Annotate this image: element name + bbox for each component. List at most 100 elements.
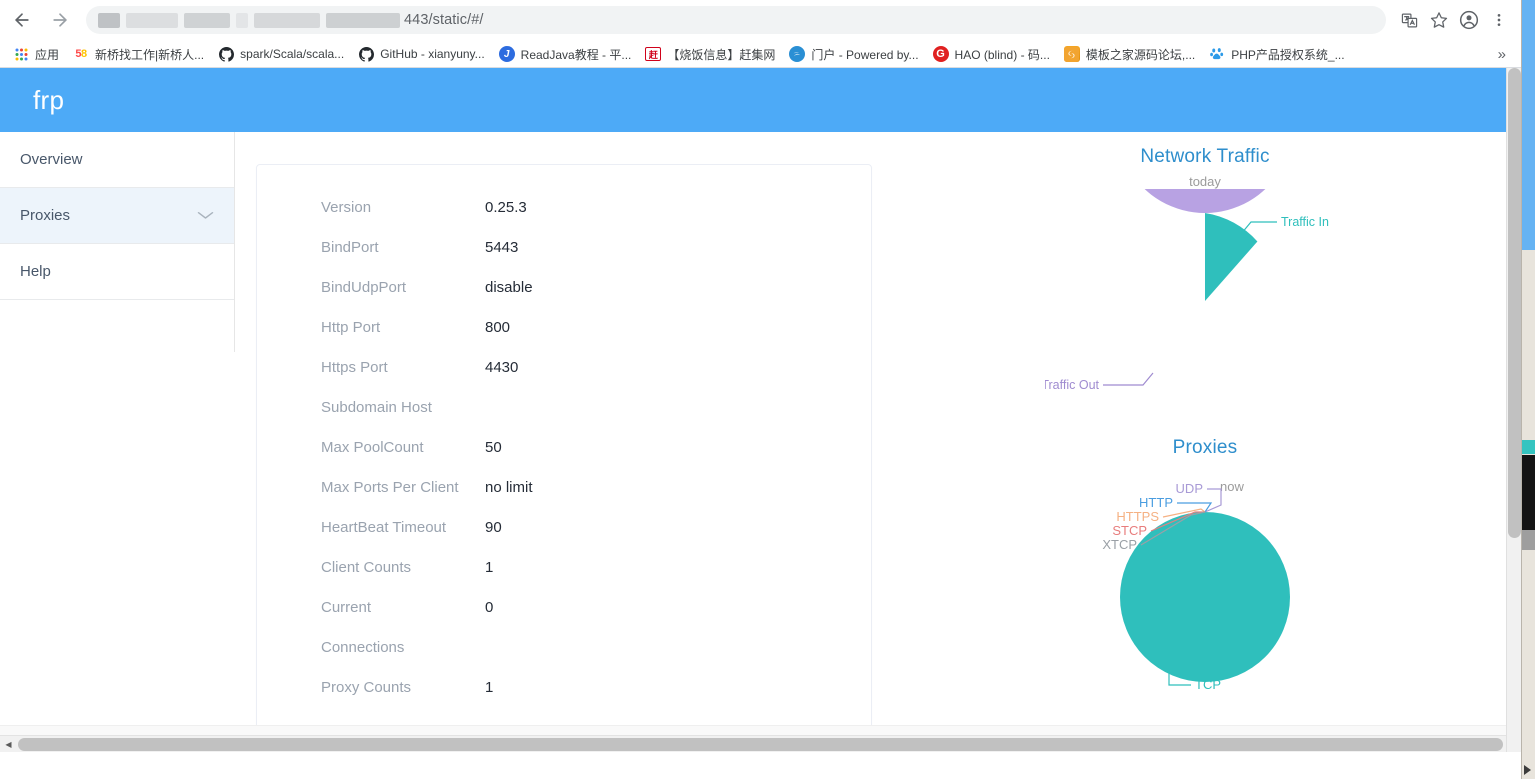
- chevron-down-icon: [197, 209, 213, 223]
- address-bar[interactable]: 443/static/#/: [86, 6, 1386, 34]
- proxies-chart: Proxies now UDP HTTP HTTPS: [1045, 437, 1365, 691]
- url-text: 443/static/#/: [404, 12, 484, 28]
- network-traffic-chart: Network Traffic today Traffic In: [1045, 146, 1365, 399]
- horizontal-scroll-thumb[interactable]: [18, 738, 1503, 751]
- bookmarks-overflow-button[interactable]: »: [1494, 46, 1510, 63]
- sidebar-item-label: Help: [20, 263, 51, 280]
- info-row: Proxy Counts 1: [257, 667, 871, 707]
- url-redacted-blocks: [98, 12, 400, 28]
- pie-slice-traffic-in: [1205, 213, 1257, 301]
- browser-nav-row: 443/static/#/: [0, 0, 1520, 40]
- pie-label-udp: UDP: [1176, 481, 1203, 496]
- page-viewport: frp Overview Proxies Help Version: [0, 68, 1506, 752]
- mobanzhijia-icon: [1064, 46, 1080, 62]
- translate-icon[interactable]: [1394, 5, 1424, 35]
- page-body: Overview Proxies Help Version 0.25.3: [0, 132, 1506, 752]
- bookmark-ganji[interactable]: 赶 【烧饭信息】赶集网: [638, 42, 782, 66]
- sidebar-item-help[interactable]: Help: [0, 244, 234, 300]
- pie-label-xtcp: XTCP: [1102, 537, 1137, 552]
- back-arrow-icon: [12, 10, 32, 30]
- info-key: Https Port: [321, 359, 485, 376]
- sidebar-item-proxies[interactable]: Proxies: [0, 188, 234, 244]
- info-row: Http Port 800: [257, 307, 871, 347]
- vertical-scrollbar[interactable]: [1506, 68, 1521, 752]
- bookmark-58[interactable]: 58 新桥找工作|新桥人...: [66, 42, 211, 66]
- info-key: Current: [321, 599, 485, 616]
- scroll-left-arrow-icon[interactable]: ◀: [0, 736, 17, 753]
- info-key: Subdomain Host: [321, 399, 485, 416]
- info-row: HeartBeat Timeout 90: [257, 507, 871, 547]
- server-info-card: Version 0.25.3 BindPort 5443 BindUdpPort…: [256, 164, 872, 736]
- info-key: Proxy Counts: [321, 679, 485, 696]
- bookmark-mobanzhijia[interactable]: 模板之家源码论坛,...: [1057, 42, 1202, 66]
- vertical-scroll-thumb[interactable]: [1508, 68, 1521, 538]
- info-value: 50: [485, 439, 502, 456]
- info-value: 0.25.3: [485, 199, 527, 216]
- info-row: Subdomain Host: [257, 387, 871, 427]
- charts-column: Network Traffic today Traffic In: [872, 164, 1506, 752]
- bookmark-spark-scala[interactable]: spark/Scala/scala...: [211, 42, 351, 66]
- info-value: 90: [485, 519, 502, 536]
- bookmark-php-auth[interactable]: PHP产品授权系统_...: [1202, 42, 1351, 66]
- pie-label-traffic-out: Traffic Out: [1045, 378, 1100, 392]
- bookmark-label: spark/Scala/scala...: [240, 47, 344, 61]
- bookmark-label: 新桥找工作|新桥人...: [95, 46, 204, 63]
- desktop-edge-strip: [1521, 0, 1535, 779]
- bookmark-label: 门户 - Powered by...: [811, 46, 918, 63]
- horizontal-scrollbar[interactable]: ◀ ▶: [0, 735, 1506, 752]
- 58-icon: 58: [73, 46, 89, 62]
- info-value: 5443: [485, 239, 518, 256]
- info-row: BindUdpPort disable: [257, 267, 871, 307]
- pie-label-traffic-in: Traffic In: [1281, 215, 1329, 229]
- info-key: BindUdpPort: [321, 279, 485, 296]
- bookmark-label: 【烧饭信息】赶集网: [667, 46, 775, 63]
- info-row: Https Port 4430: [257, 347, 871, 387]
- bookmark-readjava[interactable]: J ReadJava教程 - 平...: [492, 42, 639, 66]
- pie-slice-traffic-out: [1117, 189, 1293, 301]
- info-row: Client Counts 1: [257, 547, 871, 587]
- info-row: Max Ports Per Client no limit: [257, 467, 871, 507]
- forward-button[interactable]: [44, 4, 76, 36]
- app-brand-title: frp: [33, 85, 64, 116]
- star-icon[interactable]: [1424, 5, 1454, 35]
- bookmark-label: 模板之家源码论坛,...: [1086, 46, 1195, 63]
- three-dot-menu-icon[interactable]: [1484, 5, 1514, 35]
- bookmark-github-xianyuny[interactable]: GitHub - xianyuny...: [351, 42, 491, 66]
- github-icon: [218, 46, 234, 62]
- readjava-icon: J: [499, 46, 515, 62]
- info-key: BindPort: [321, 239, 485, 256]
- sidebar-item-overview[interactable]: Overview: [0, 132, 234, 188]
- sidebar: Overview Proxies Help: [0, 132, 235, 352]
- hao-icon: G: [933, 46, 949, 62]
- info-row: Version 0.25.3: [257, 187, 871, 227]
- pie-label-stcp: STCP: [1112, 523, 1147, 538]
- chart-title: Network Traffic: [1045, 146, 1365, 168]
- bookmark-label: PHP产品授权系统_...: [1231, 46, 1344, 63]
- info-value: no limit: [485, 479, 533, 496]
- baidu-icon: [1209, 46, 1225, 62]
- discuz-icon: [789, 46, 805, 62]
- info-key: Max PoolCount: [321, 439, 485, 456]
- info-value: 0: [485, 599, 493, 616]
- github-icon: [358, 46, 374, 62]
- bookmark-discuz-portal[interactable]: 门户 - Powered by...: [782, 42, 925, 66]
- back-button[interactable]: [6, 4, 38, 36]
- pie-label-tcp: TCP: [1195, 677, 1221, 691]
- profile-avatar-icon[interactable]: [1454, 5, 1484, 35]
- network-traffic-pie: Traffic In Traffic Out: [1045, 189, 1365, 399]
- scroll-gutter: [0, 725, 1506, 735]
- bookmark-hao[interactable]: G HAO (blind) - 码...: [926, 42, 1057, 66]
- info-row: BindPort 5443: [257, 227, 871, 267]
- info-key: Max Ports Per Client: [321, 479, 485, 496]
- info-key: HeartBeat Timeout: [321, 519, 485, 536]
- bookmark-apps[interactable]: 应用: [6, 42, 66, 66]
- pie-label-https: HTTPS: [1116, 509, 1159, 524]
- bookmark-label: HAO (blind) - 码...: [955, 46, 1050, 63]
- info-key: Http Port: [321, 319, 485, 336]
- forward-arrow-icon: [50, 10, 70, 30]
- pie-label-http: HTTP: [1139, 495, 1173, 510]
- ganji-icon: 赶: [645, 47, 661, 61]
- info-key: Connections: [321, 639, 485, 656]
- bookmark-label: 应用: [35, 46, 59, 63]
- cursor-arrow-icon: [1524, 765, 1531, 775]
